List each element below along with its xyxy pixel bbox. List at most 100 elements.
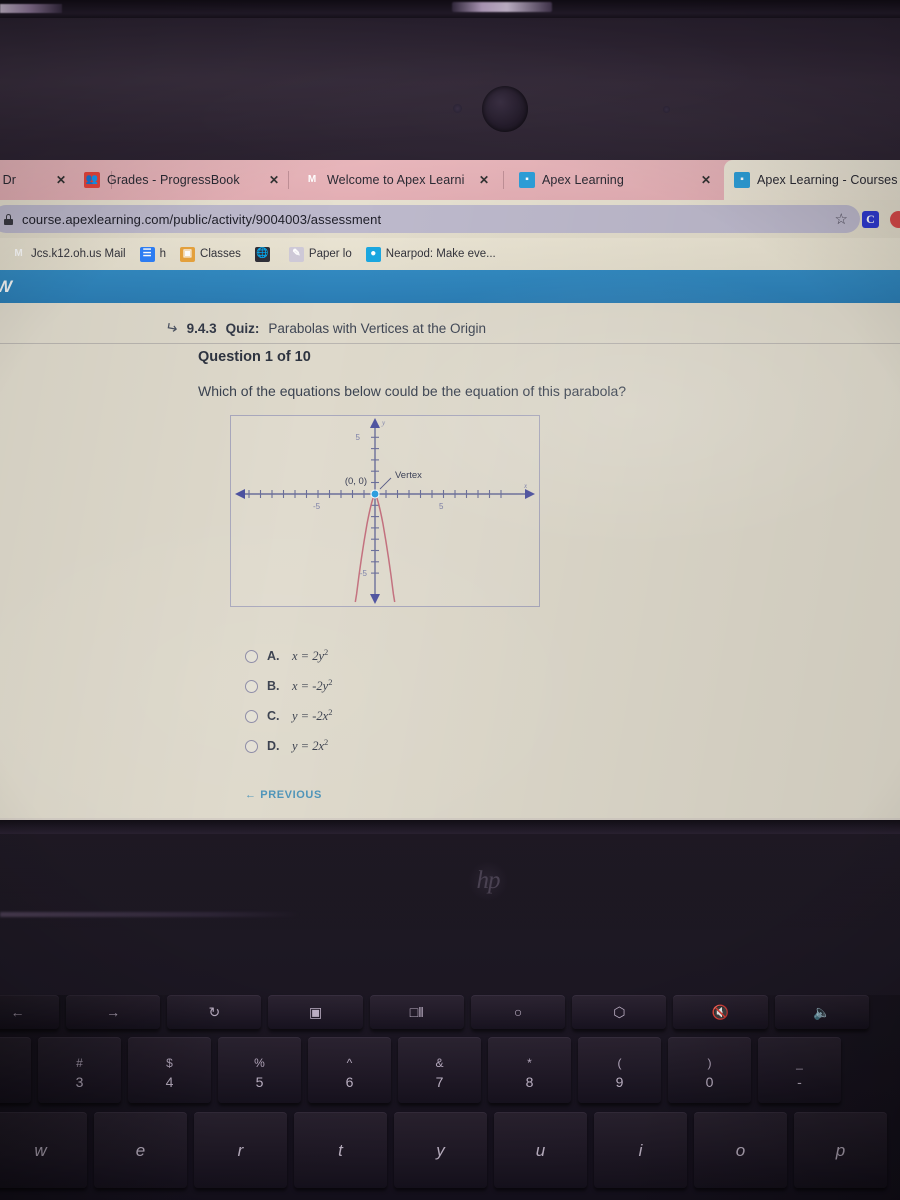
x-axis-label: x [523,482,528,490]
refresh-icon: ↻ [208,1003,221,1020]
tab-title: chers Dr [0,173,17,187]
browser-tab-4-active[interactable]: ▪ Apex Learning - Courses [724,160,900,200]
browser-forward-key[interactable]: → [65,995,161,1029]
brightness-down-icon: ○ [513,1004,523,1020]
address-bar[interactable]: course.apexlearning.com/public/activity/… [0,205,860,233]
mute-key[interactable]: 🔇 [673,995,768,1029]
key-9[interactable]: ( 9 [578,1037,661,1103]
y-axis-label: y [381,419,386,427]
key-base-label: 3 [75,1074,84,1090]
key-6[interactable]: ^ 6 [308,1037,391,1103]
axis-lines [235,418,535,604]
extension-c-icon[interactable]: C [862,211,879,228]
key-base-label: y [436,1140,445,1160]
key-0[interactable]: ) 0 [668,1037,751,1103]
back-arrow-icon[interactable]: ↵ [164,318,180,338]
key-t[interactable]: t [294,1112,387,1188]
choice-equation: y = 2x2 [292,737,329,754]
nearpod-icon: ● [365,246,381,262]
key-shift-label: _ [796,1056,803,1070]
app-switch-key[interactable]: □‖ [369,995,464,1029]
base-edge-glint [0,912,300,917]
key-5[interactable]: % 5 [218,1037,301,1103]
hp-logo: hp [468,861,508,901]
question-text: Which of the equations below could be th… [198,383,627,399]
key-4[interactable]: $ 4 [128,1037,211,1103]
apex-learning-icon: ▪ [734,172,750,188]
y-tick-neg5: -5 [360,569,368,578]
brightness-up-key[interactable]: ⬡ [572,995,667,1029]
progressbook-icon: 👥 [84,172,100,188]
key-u[interactable]: u [494,1112,587,1188]
browser-back-key[interactable]: ← [0,995,59,1029]
x-tick-neg5: -5 [313,502,321,511]
key-shift-label: * [527,1056,532,1070]
key-base-label: p [835,1140,846,1160]
webcam-icon [482,86,528,132]
browser-tab-0[interactable]: chers Dr ✕ [0,160,76,200]
radio-c[interactable] [245,709,258,723]
radio-b[interactable] [245,679,258,693]
key-8[interactable]: * 8 [488,1037,571,1103]
key-7[interactable]: & 7 [398,1037,481,1103]
key-e[interactable]: e [94,1112,187,1188]
key-y[interactable]: y [394,1112,487,1188]
tab-close-icon[interactable]: ✕ [261,173,279,187]
number-key-row: @ 2 # 3 $ 4 % 5 ^ 6 & 7 * 8 ( 9 [0,1037,848,1103]
apex-logo[interactable]: W [0,277,12,297]
key-base-label: - [797,1074,802,1090]
previous-button[interactable]: ← PREVIOUS [245,789,322,801]
letter-key-row: w e r t y u i o p [0,1112,894,1188]
tab-title: Welcome to Apex Learning - a [327,173,464,187]
fullscreen-key[interactable]: ▣ [268,995,363,1029]
extension-red-icon[interactable] [890,211,900,228]
key-3[interactable]: # 3 [38,1037,121,1103]
laptop-hinge [0,820,900,834]
bookmark-nearpod[interactable]: ● Nearpod: Make eve... [361,241,501,267]
breadcrumb: ↵ 9.4.3 Quiz: Parabolas with Vertices at… [0,311,900,345]
choice-a[interactable]: A. x = 2y2 [245,641,332,671]
bookmark-docs[interactable]: ☰ h [135,241,171,267]
tab-title: Apex Learning - Courses [757,173,898,187]
browser-tab-2[interactable]: M Welcome to Apex Learning - a ✕ [294,160,499,200]
lesson-kind: Quiz: [225,320,260,336]
quiz-page: ↵ 9.4.3 Quiz: Parabolas with Vertices at… [0,303,900,820]
radio-d[interactable] [245,739,258,753]
apex-site-header: W [0,270,900,303]
bookmark-paper[interactable]: ✎ Paper lo [284,241,357,267]
key-shift-label: & [435,1056,444,1070]
paper-icon: ✎ [288,246,304,262]
key-base-label: 5 [255,1074,264,1090]
brightness-down-key[interactable]: ○ [470,995,566,1029]
key-w[interactable]: w [0,1112,87,1188]
key-2[interactable]: @ 2 [0,1037,31,1103]
choice-d[interactable]: D. y = 2x2 [245,731,332,761]
choice-equation: x = 2y2 [292,647,329,664]
key-base-label: i [638,1140,643,1160]
bookmark-jcs-mail[interactable]: M Jcs.k12.oh.us Mail [6,241,131,267]
radio-a[interactable] [245,649,258,663]
lid-glint-left [0,4,62,13]
key-minus[interactable]: _ - [758,1037,841,1103]
tab-divider [288,171,289,189]
key-o[interactable]: o [694,1112,787,1188]
volume-down-key[interactable]: 🔈 [774,995,869,1029]
bookmark-classes[interactable]: ▣ Classes [175,241,246,267]
choice-c[interactable]: C. y = -2x2 [245,701,332,731]
bookmark-star-icon[interactable]: ☆ [835,210,848,228]
refresh-key[interactable]: ↻ [167,995,262,1029]
url-text: course.apexlearning.com/public/activity/… [22,211,382,227]
tab-close-icon[interactable]: ✕ [693,173,711,187]
tab-close-icon[interactable]: ✕ [48,173,66,187]
browser-tab-1[interactable]: 👥 Grades - ProgressBook ✕ [74,160,289,200]
key-base-label: 7 [435,1074,444,1090]
key-r[interactable]: r [194,1112,287,1188]
bookmark-globe[interactable]: 🌐 [250,241,280,267]
choice-b[interactable]: B. x = -2y2 [245,671,332,701]
browser-tab-3[interactable]: ▪ Apex Learning ✕ [509,160,721,200]
key-base-label: o [735,1140,746,1160]
tab-divider [503,171,504,189]
tab-close-icon[interactable]: ✕ [471,173,489,187]
key-p[interactable]: p [794,1112,887,1188]
key-i[interactable]: i [594,1112,687,1188]
